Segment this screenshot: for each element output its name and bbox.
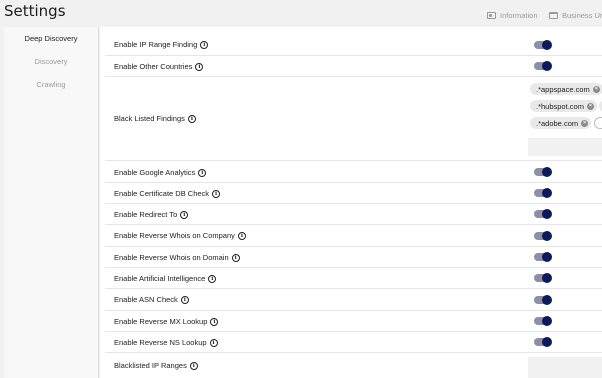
setting-row-reverse-ns-lookup: Enable Reverse NS Lookup i bbox=[105, 332, 602, 353]
info-icon[interactable]: i bbox=[210, 317, 219, 326]
blacklist-chip: .*hubspot.com × bbox=[530, 100, 597, 112]
settings-panel: Enable IP Range Finding i Enable Other C… bbox=[100, 27, 602, 378]
toggle-knob bbox=[542, 61, 552, 71]
toggle-knob bbox=[542, 316, 552, 326]
setting-label-text: Enable ASN Check bbox=[114, 295, 178, 304]
setting-row-other-countries: Enable Other Countries i bbox=[105, 56, 602, 77]
toggle-knob bbox=[542, 231, 552, 241]
setting-row-reverse-whois-domain: Enable Reverse Whois on Domain i bbox=[105, 247, 602, 268]
redirect-to-toggle[interactable] bbox=[534, 209, 552, 219]
info-icon[interactable]: i bbox=[180, 295, 189, 304]
chip-label: .*adobe.com bbox=[536, 118, 579, 128]
chip-label: .*appspace.com bbox=[536, 84, 590, 94]
blacklisted-ip-ranges-input[interactable] bbox=[528, 357, 602, 378]
reverse-whois-domain-toggle[interactable] bbox=[534, 252, 552, 262]
blacklist-input[interactable] bbox=[528, 138, 602, 156]
toggle-knob bbox=[542, 167, 552, 177]
artificial-intelligence-toggle[interactable] bbox=[534, 273, 552, 283]
setting-label: Enable Google Analytics i bbox=[114, 168, 207, 177]
reverse-whois-company-toggle[interactable] bbox=[534, 231, 552, 241]
setting-row-certificate-db-check: Enable Certificate DB Check i bbox=[105, 183, 602, 204]
toggle-knob bbox=[542, 209, 552, 219]
business-unit-link-label: Business Uni bbox=[562, 11, 602, 20]
top-bar: Settings Information Business Uni bbox=[0, 0, 602, 27]
toggle-knob bbox=[542, 295, 552, 305]
setting-label: Enable Other Countries i bbox=[114, 62, 204, 71]
info-icon[interactable]: i bbox=[208, 274, 217, 283]
settings-sidebar: Deep Discovery Discovery Crawling bbox=[4, 27, 102, 378]
blacklist-chip-overflow bbox=[594, 117, 602, 129]
toggle-knob bbox=[542, 337, 552, 347]
info-icon[interactable]: i bbox=[209, 338, 218, 347]
info-icon[interactable]: i bbox=[200, 40, 209, 49]
setting-row-ip-range-finding: Enable IP Range Finding i bbox=[105, 34, 602, 56]
setting-label: Enable Redirect To i bbox=[114, 210, 189, 219]
setting-label: Enable Reverse NS Lookup i bbox=[114, 338, 218, 347]
info-icon[interactable]: i bbox=[212, 189, 221, 198]
setting-label: Enable IP Range Finding i bbox=[114, 40, 209, 49]
setting-row-reverse-mx-lookup: Enable Reverse MX Lookup i bbox=[105, 311, 602, 332]
setting-label-text: Enable Artificial Intelligence bbox=[114, 274, 206, 283]
id-card-icon bbox=[487, 12, 496, 19]
toggle-knob bbox=[542, 252, 552, 262]
toggle-knob bbox=[542, 188, 552, 198]
business-unit-link[interactable]: Business Uni bbox=[549, 11, 602, 20]
other-countries-toggle[interactable] bbox=[534, 61, 552, 71]
setting-label-text: Enable IP Range Finding bbox=[114, 40, 198, 49]
information-link-label: Information bbox=[500, 11, 538, 20]
setting-label-text: Enable Reverse Whois on Company bbox=[114, 231, 235, 240]
info-icon[interactable]: i bbox=[180, 210, 189, 219]
info-icon[interactable]: i bbox=[231, 253, 240, 262]
setting-label-text: Enable Reverse Whois on Domain bbox=[114, 253, 229, 262]
toggle-knob bbox=[542, 273, 552, 283]
setting-label-text: Enable Reverse NS Lookup bbox=[114, 338, 207, 347]
setting-label: Enable ASN Check i bbox=[114, 295, 189, 304]
setting-row-blacklisted-ip-ranges: Blacklisted IP Ranges i bbox=[105, 353, 602, 378]
setting-label: Enable Reverse Whois on Domain i bbox=[114, 253, 240, 262]
google-analytics-toggle[interactable] bbox=[534, 167, 552, 177]
info-icon[interactable]: i bbox=[187, 114, 196, 123]
info-icon[interactable]: i bbox=[189, 361, 198, 370]
toggle-knob bbox=[542, 40, 552, 50]
certificate-db-check-toggle[interactable] bbox=[534, 188, 552, 198]
sidebar-item-discovery[interactable]: Discovery bbox=[4, 57, 98, 66]
sidebar-item-deep-discovery[interactable]: Deep Discovery bbox=[4, 34, 98, 43]
setting-label-text: Enable Certificate DB Check bbox=[114, 189, 210, 198]
information-link[interactable]: Information bbox=[487, 11, 538, 20]
info-icon[interactable]: i bbox=[237, 231, 246, 240]
setting-label: Black Listed Findings i bbox=[114, 114, 196, 123]
blacklist-chip: .*appspace.com × bbox=[530, 83, 602, 95]
folder-icon bbox=[549, 12, 558, 19]
setting-row-black-listed-findings: Black Listed Findings i .*appspace.com ×… bbox=[105, 77, 602, 161]
setting-label: Enable Certificate DB Check i bbox=[114, 189, 221, 198]
blacklist-chip: .*adobe.com × bbox=[530, 117, 592, 129]
sidebar-item-crawling[interactable]: Crawling bbox=[4, 80, 98, 89]
remove-chip-icon[interactable]: × bbox=[581, 119, 589, 127]
reverse-mx-lookup-toggle[interactable] bbox=[534, 316, 552, 326]
reverse-ns-lookup-toggle[interactable] bbox=[534, 337, 552, 347]
setting-row-google-analytics: Enable Google Analytics i bbox=[105, 161, 602, 183]
setting-label-text: Enable Google Analytics bbox=[114, 168, 196, 177]
chip-label: .*hubspot.com bbox=[536, 101, 584, 111]
page-title: Settings bbox=[4, 2, 66, 20]
ip-range-finding-toggle[interactable] bbox=[534, 40, 552, 50]
setting-label: Enable Reverse Whois on Company i bbox=[114, 231, 246, 240]
asn-check-toggle[interactable] bbox=[534, 295, 552, 305]
setting-label-text: Enable Redirect To bbox=[114, 210, 178, 219]
setting-label-text: Black Listed Findings bbox=[114, 114, 185, 123]
setting-row-artificial-intelligence: Enable Artificial Intelligence i bbox=[105, 268, 602, 289]
setting-label-text: Enable Reverse MX Lookup bbox=[114, 317, 208, 326]
info-icon[interactable]: i bbox=[195, 62, 204, 71]
info-icon[interactable]: i bbox=[198, 168, 207, 177]
setting-row-reverse-whois-company: Enable Reverse Whois on Company i bbox=[105, 225, 602, 247]
setting-label: Blacklisted IP Ranges i bbox=[114, 361, 198, 370]
setting-row-asn-check: Enable ASN Check i bbox=[105, 289, 602, 311]
setting-label: Enable Reverse MX Lookup i bbox=[114, 317, 219, 326]
setting-row-redirect-to: Enable Redirect To i bbox=[105, 204, 602, 225]
setting-label: Enable Artificial Intelligence i bbox=[114, 274, 217, 283]
remove-chip-icon[interactable]: × bbox=[586, 102, 594, 110]
setting-label-text: Blacklisted IP Ranges bbox=[114, 361, 187, 370]
setting-label-text: Enable Other Countries bbox=[114, 62, 193, 71]
remove-chip-icon[interactable]: × bbox=[592, 85, 600, 93]
